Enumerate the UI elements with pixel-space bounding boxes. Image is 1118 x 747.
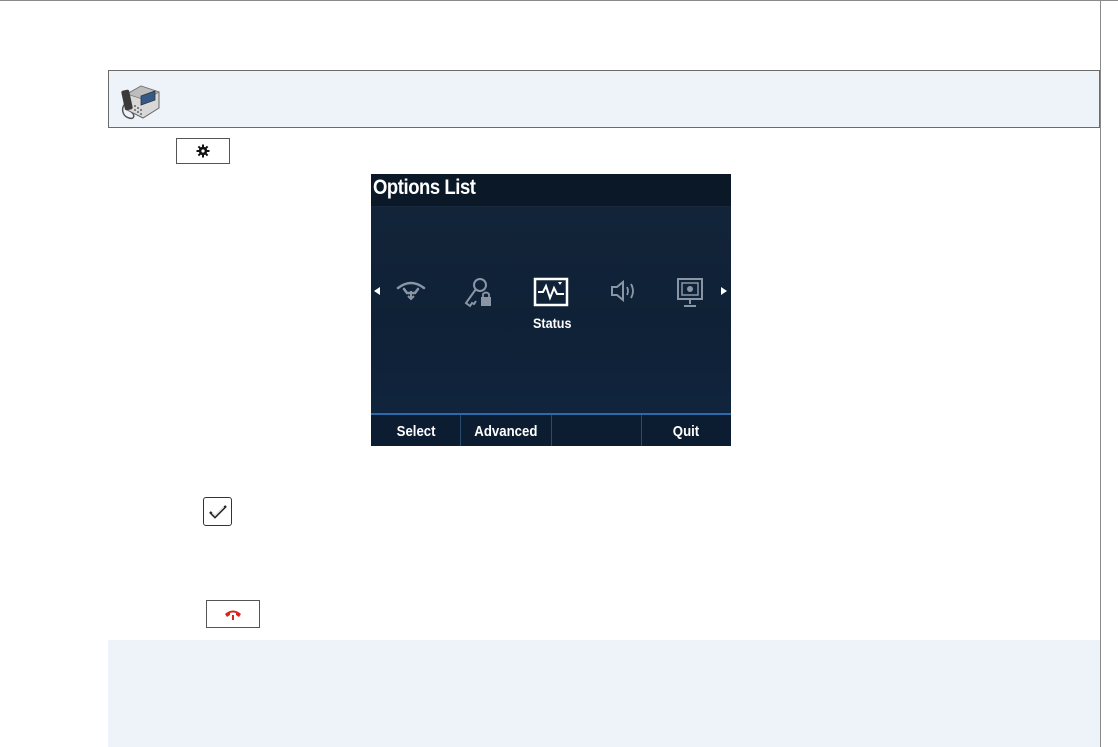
status-icon[interactable]: [532, 277, 570, 307]
gear-icon: [196, 144, 210, 158]
end-call-key[interactable]: [206, 600, 260, 628]
end-call-icon: [225, 610, 241, 620]
scroll-left-arrow-icon[interactable]: [374, 287, 380, 295]
screen-title-bar: Options List: [371, 174, 731, 207]
softkey-advanced[interactable]: Advanced: [461, 415, 552, 446]
phone-model-banner: [108, 70, 1100, 128]
options-key[interactable]: [176, 138, 230, 164]
display-settings-icon[interactable]: [675, 277, 705, 309]
admin-key-lock-icon[interactable]: [462, 277, 494, 309]
network-icon[interactable]: [395, 277, 427, 305]
note-box: [108, 640, 1100, 747]
desk-phone-icon: [121, 85, 160, 120]
checkmark-icon: [208, 504, 227, 519]
top-divider: [0, 0, 1118, 1]
right-margin-rule: [1100, 0, 1101, 747]
screen-title: Options List: [373, 176, 476, 199]
softkey-bar: Select Advanced Quit: [371, 413, 731, 446]
softkey-empty[interactable]: [552, 415, 642, 446]
softkey-quit[interactable]: Quit: [642, 415, 731, 446]
speaker-volume-icon[interactable]: [609, 277, 639, 305]
softkey-select[interactable]: Select: [371, 415, 462, 446]
scroll-right-arrow-icon[interactable]: [721, 287, 727, 295]
ok-key[interactable]: [203, 497, 232, 526]
selected-option-label: Status: [533, 315, 572, 331]
phone-screen: Options List Status Select Advanced Quit: [371, 174, 731, 446]
